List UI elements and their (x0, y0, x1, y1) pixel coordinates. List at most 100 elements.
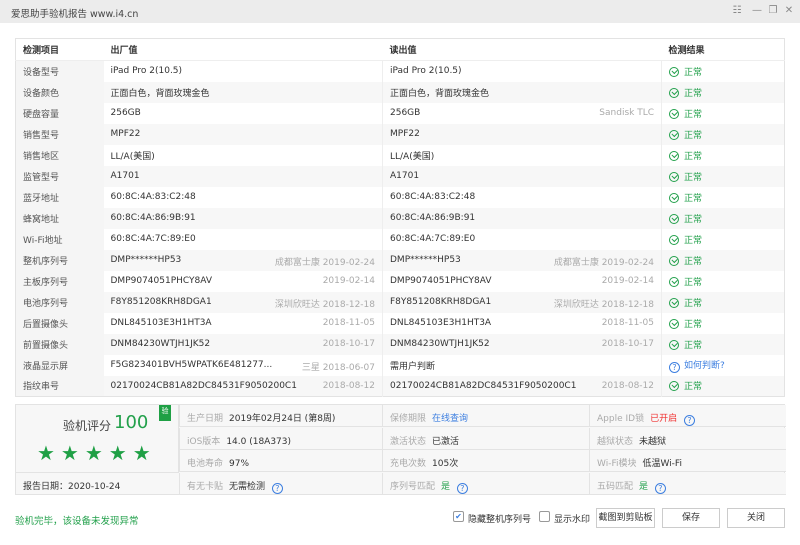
table-row: 后置摄像头 DNL845103E3H1HT3A 2018-11-05 DNL845… (15, 312, 785, 334)
result[interactable]: ? 如何判断? (662, 355, 785, 376)
read-text: 02170024CB81A82DC84531F9050200C1 (390, 380, 577, 391)
read-note: 深圳欣旺达 2018-12-18 (553, 299, 654, 310)
hide-serial-checkbox[interactable]: ✔ (453, 511, 464, 522)
summary-value: 105次 (432, 459, 459, 469)
help-icon[interactable]: ? (271, 482, 283, 494)
factory-value: 正面白色，背面玫瑰金色 (103, 81, 383, 103)
summary-key: 五码匹配 (597, 481, 634, 492)
read-value: MPF22 (382, 123, 662, 145)
header-factory: 出厂值 (103, 38, 383, 61)
factory-value: iPad Pro 2(10.5) (103, 60, 383, 82)
factory-note: 成都富士康 2019-02-24 (274, 257, 375, 268)
report-table: 检测项目 出厂值 读出值 检测结果 设备型号 iPad Pro 2(10.5) … (15, 38, 785, 397)
factory-value: 60:8C:4A:83:C2:48 (103, 186, 383, 208)
table-row: 指纹串号 02170024CB81A82DC84531F9050200C1 201… (15, 375, 785, 397)
summary-cell: 序列号匹配是 ? (382, 472, 589, 495)
result-text: 正常 (684, 193, 703, 204)
item-name: 液晶显示屏 (15, 354, 104, 376)
factory-text: iPad Pro 2(10.5) (110, 66, 183, 77)
table-row: 设备型号 iPad Pro 2(10.5) iPad Pro 2(10.5) 正… (15, 60, 785, 82)
read-text: 60:8C:4A:86:9B:91 (390, 213, 476, 223)
check-circle-icon (669, 108, 679, 119)
check-circle-icon (669, 297, 679, 308)
table-row: 销售地区 LL/A(美国) LL/A(美国) 正常 (15, 144, 785, 166)
help-icon[interactable]: ? (654, 482, 666, 494)
window-title: 爱思助手验机报告 www.i4.cn (11, 9, 139, 20)
factory-text: DNL845103E3H1HT3A (110, 318, 212, 328)
watermark-checkbox[interactable] (539, 511, 550, 522)
header-read: 读出值 (382, 38, 662, 61)
result-text: 正常 (684, 151, 703, 162)
summary-cell: 生产日期 2019年02月24日 (第8周) (179, 405, 382, 427)
item-name: 电池序列号 (15, 291, 104, 313)
factory-note: 2018-08-12 (322, 380, 375, 391)
close-button[interactable]: 关闭 (727, 508, 785, 528)
score-box: 验机评分 100 ★★★★★ 验 (16, 405, 179, 473)
check-circle-icon (669, 150, 679, 161)
factory-text: 正面白色，背面玫瑰金色 (110, 88, 210, 99)
table-row: Wi-Fi地址 60:8C:4A:7C:89:E0 60:8C:4A:7C:89… (15, 228, 785, 250)
check-circle-icon (669, 234, 679, 245)
table-row: 蜂窝地址 60:8C:4A:86:9B:91 60:8C:4A:86:9B:91… (15, 207, 785, 229)
help-icon[interactable]: ? (669, 361, 680, 373)
save-button[interactable]: 保存 (662, 508, 720, 528)
table-row: 监管型号 A1701 A1701 正常 (15, 165, 785, 187)
result: 正常 (662, 271, 785, 292)
factory-text: 02170024CB81A82DC84531F9050200C1 (110, 380, 297, 391)
factory-text: DNM84230WTJH1JK52 (110, 339, 211, 349)
report-date: 报告日期：2020-10-24 (23, 482, 121, 492)
check-circle-icon (669, 66, 679, 77)
read-text: 60:8C:4A:7C:89:E0 (390, 234, 476, 244)
summary-cell: 越狱状态 未越狱 (589, 427, 786, 450)
summary-value: 14.0 (18A373) (226, 436, 292, 447)
summary-cell: Wi-Fi模块 低温Wi-Fi (589, 450, 786, 472)
read-value: 需用户判断 (382, 354, 662, 376)
item-name: 蓝牙地址 (15, 186, 104, 208)
summary-value[interactable]: 在线查询 (432, 414, 468, 424)
summary-value: 2019年02月24日 (第8周) (229, 414, 336, 424)
factory-text: DMP******HP53 (110, 255, 182, 265)
close-icon[interactable]: ✕ (783, 5, 795, 17)
result: 正常 (662, 187, 785, 208)
read-value: 60:8C:4A:83:C2:48 (382, 186, 662, 208)
table-row: 设备颜色 正面白色，背面玫瑰金色 正面白色，背面玫瑰金色 正常 (15, 81, 785, 103)
read-note: 2019-02-14 (601, 275, 654, 286)
help-icon[interactable]: ? (456, 482, 468, 494)
check-circle-icon (669, 276, 679, 287)
factory-note: 深圳欣旺达 2018-12-18 (274, 299, 375, 310)
read-note: 成都富士康 2019-02-24 (553, 257, 654, 268)
header-result: 检测结果 (661, 38, 785, 61)
factory-text: 60:8C:4A:83:C2:48 (110, 192, 196, 202)
result: 正常 (661, 165, 785, 187)
copy-screenshot-button[interactable]: 截图到剪贴板 (596, 508, 655, 528)
table-row: 销售型号 MPF22 MPF22 正常 (15, 123, 785, 145)
result-text: 正常 (684, 277, 703, 288)
read-text: 256GB (390, 108, 421, 118)
summary-key: 生产日期 (187, 414, 224, 424)
factory-text: F5G823401BVH5WPATK6E481277... (110, 360, 273, 370)
summary-key: 充电次数 (390, 459, 427, 469)
minimize-icon[interactable]: — (751, 5, 763, 17)
read-value: F8Y851208KRH8DGA1 深圳欣旺达 2018-12-18 (382, 291, 662, 313)
table-row: 硬盘容量 256GB 256GB Sandisk TLC 正常 (15, 102, 785, 124)
read-value: DMP9074051PHCY8AV 2019-02-14 (382, 270, 662, 292)
result: 正常 (661, 81, 785, 103)
item-name: 指纹串号 (15, 375, 104, 397)
summary-key: 序列号匹配 (390, 481, 436, 492)
item-name: 整机序列号 (15, 249, 104, 271)
read-text: MPF22 (390, 129, 420, 139)
result-text[interactable]: 如何判断? (684, 361, 725, 371)
table-row: 电池序列号 F8Y851208KRH8DGA1 深圳欣旺达 2018-12-18 … (15, 291, 785, 313)
read-value: LL/A(美国) (382, 144, 662, 166)
item-name: 主板序列号 (15, 270, 104, 292)
help-icon[interactable]: ? (683, 415, 695, 426)
result: 正常 (662, 229, 785, 250)
menu-icon[interactable]: ☷ (731, 5, 743, 17)
summary-key: Apple ID锁 (597, 414, 645, 424)
check-circle-icon (669, 192, 679, 203)
summary-value: 未越狱 (639, 436, 667, 447)
read-note: Sandisk TLC (599, 107, 654, 118)
restore-icon[interactable]: ❐ (767, 5, 779, 17)
factory-text: 60:8C:4A:7C:89:E0 (110, 234, 196, 244)
factory-note: 2018-11-05 (322, 317, 375, 328)
